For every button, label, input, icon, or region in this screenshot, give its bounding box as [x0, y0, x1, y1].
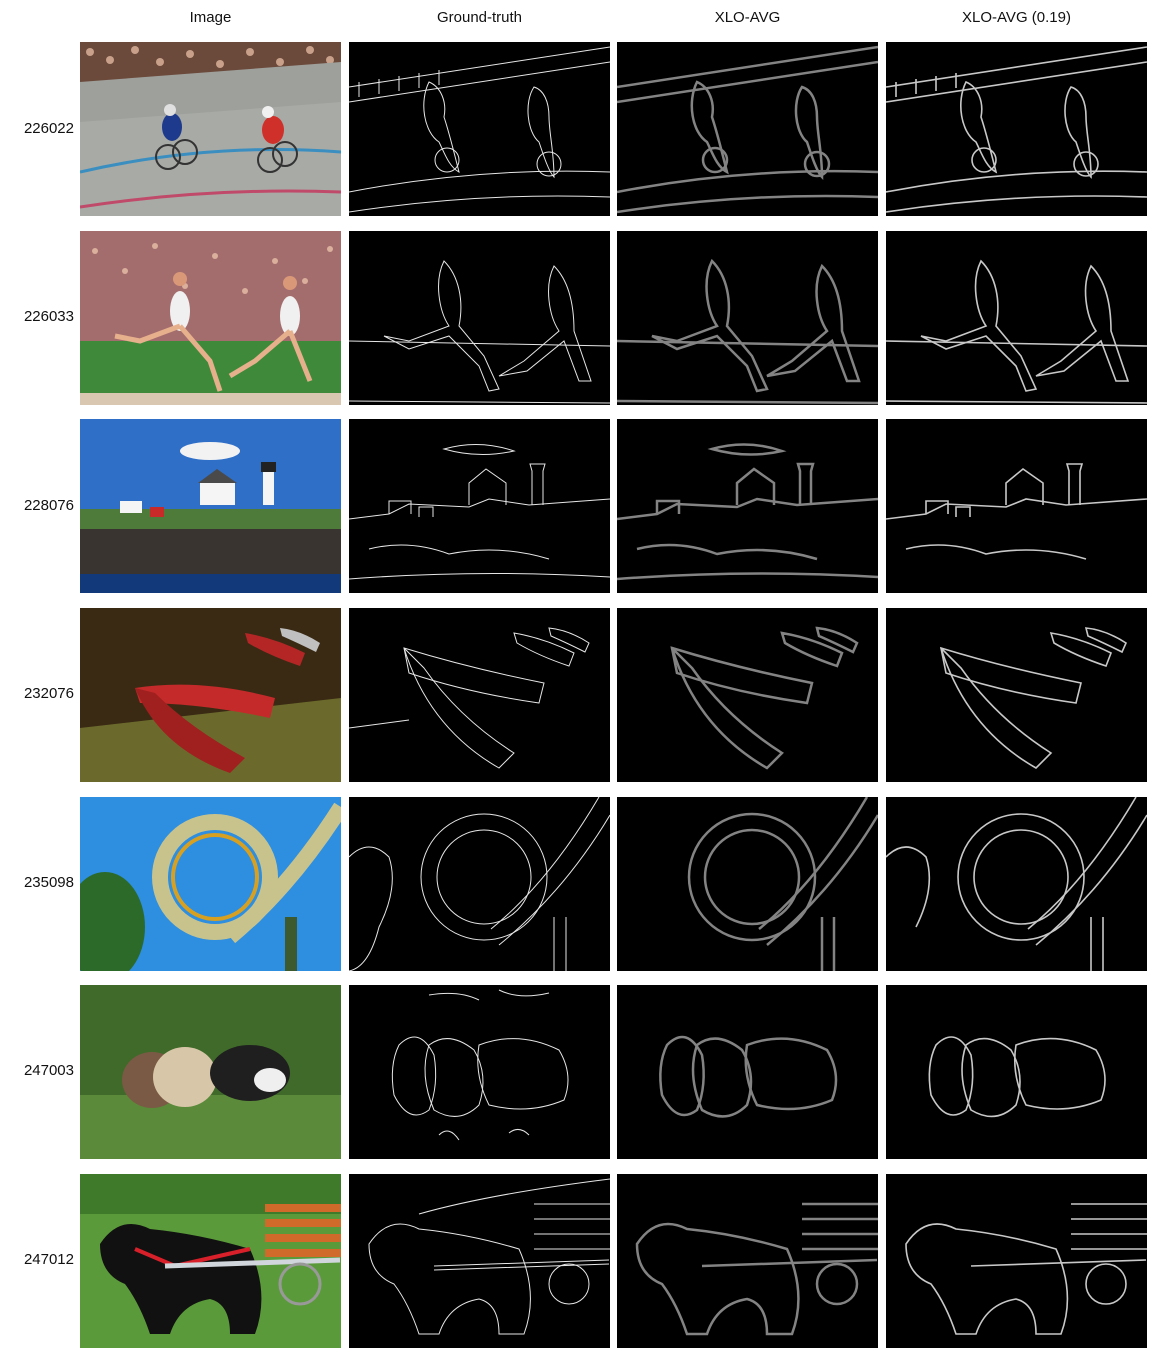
xlo-avg-232076	[617, 608, 878, 782]
photo-235098	[80, 797, 341, 971]
ground-truth-228076	[349, 419, 610, 593]
photo-247003	[80, 985, 341, 1159]
row-label-247003: 247003	[23, 1062, 74, 1079]
row-label-226022: 226022	[23, 120, 74, 137]
xlo-avg-235098	[617, 797, 878, 971]
column-header-xlo-avg: XLO-AVG	[714, 9, 781, 26]
xlo-avg-thresholded-247003	[886, 985, 1147, 1159]
row-label-247012: 247012	[23, 1251, 74, 1268]
photo-228076	[80, 419, 341, 593]
row-label-232076: 232076	[23, 685, 74, 702]
xlo-avg-247012	[617, 1174, 878, 1348]
photo-247012	[80, 1174, 341, 1348]
xlo-avg-thresholded-232076	[886, 608, 1147, 782]
xlo-avg-thresholded-226033	[886, 231, 1147, 405]
column-header-ground-truth: Ground-truth	[436, 9, 523, 26]
xlo-avg-247003	[617, 985, 878, 1159]
xlo-avg-thresholded-247012	[886, 1174, 1147, 1348]
ground-truth-226022	[349, 42, 610, 216]
row-label-235098: 235098	[23, 874, 74, 891]
ground-truth-247003	[349, 985, 610, 1159]
xlo-avg-228076	[617, 419, 878, 593]
row-label-226033: 226033	[23, 308, 74, 325]
photo-226033	[80, 231, 341, 405]
photo-226022	[80, 42, 341, 216]
photo-232076	[80, 608, 341, 782]
ground-truth-235098	[349, 797, 610, 971]
row-label-228076: 228076	[23, 497, 74, 514]
xlo-avg-226033	[617, 231, 878, 405]
ground-truth-226033	[349, 231, 610, 405]
ground-truth-247012	[349, 1174, 610, 1348]
xlo-avg-226022	[617, 42, 878, 216]
column-header-xlo-avg-thresholded: XLO-AVG (0.19)	[962, 9, 1071, 26]
xlo-avg-thresholded-226022	[886, 42, 1147, 216]
column-header-image: Image	[189, 9, 232, 26]
xlo-avg-thresholded-228076	[886, 419, 1147, 593]
ground-truth-232076	[349, 608, 610, 782]
xlo-avg-thresholded-235098	[886, 797, 1147, 971]
